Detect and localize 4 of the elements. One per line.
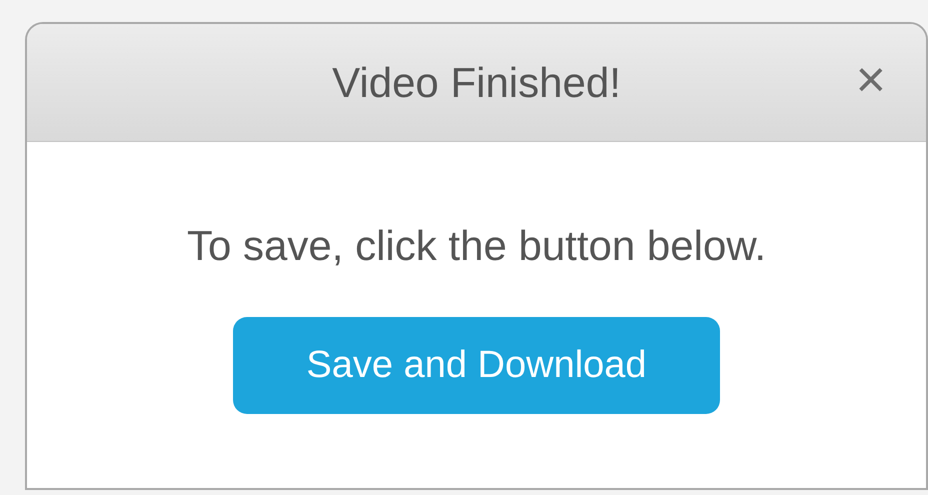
dialog-title: Video Finished! [332,58,621,108]
close-button[interactable]: × [856,54,886,106]
message-text: To save, click the button below. [187,221,766,271]
save-and-download-button[interactable]: Save and Download [233,317,720,414]
